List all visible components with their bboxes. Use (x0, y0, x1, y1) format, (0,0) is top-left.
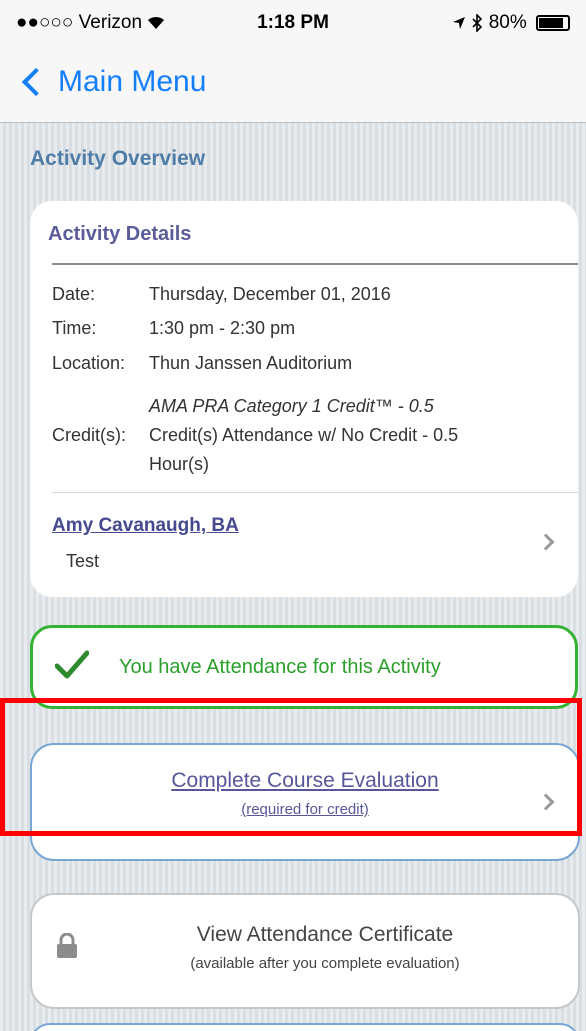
location-label: Location: (52, 353, 126, 373)
next-card-partial[interactable] (30, 1023, 580, 1031)
navigation-bar: Main Menu (0, 46, 586, 123)
credits-label: Credit(s): (52, 425, 127, 445)
status-bar: ●●○○○ Verizon 1:18 PM 80% (0, 0, 586, 46)
location-value: Thun Janssen Auditorium (149, 353, 353, 373)
battery-percent: 80% (488, 12, 527, 33)
activity-details-card: Activity Details Date: Thursday, Decembe… (30, 201, 578, 597)
back-button-label: Main Menu (58, 65, 207, 98)
credit-line-3: Hour(s) (149, 454, 210, 474)
back-chevron-icon (21, 67, 51, 97)
attendance-certificate-button[interactable]: View Attendance Certificate (available a… (30, 893, 580, 1009)
credit-line-2: Credit(s) Attendance w/ No Credit - 0.5 (149, 425, 459, 445)
presenter-divider (52, 492, 578, 493)
card-title: Activity Details (48, 223, 192, 245)
location-arrow-icon (453, 16, 466, 29)
time-label: Time: (52, 318, 97, 338)
page-title: Activity Overview (30, 147, 206, 170)
back-button[interactable]: Main Menu (21, 60, 207, 104)
date-label: Date: (52, 284, 96, 304)
presenter-role: Test (66, 551, 100, 571)
credit-line-1: AMA PRA Category 1 Credit™ - 0.5 (149, 396, 434, 416)
attendance-status-card: You have Attendance for this Activity (30, 625, 578, 709)
bluetooth-icon (472, 13, 483, 33)
certificate-subtitle: (available after you complete evaluation… (190, 955, 460, 972)
certificate-title: View Attendance Certificate (196, 923, 454, 946)
date-value: Thursday, December 01, 2016 (149, 284, 391, 304)
battery-icon (536, 14, 570, 31)
evaluation-subtitle: (required for credit) (241, 801, 369, 818)
credits-value: AMA PRA Category 1 Credit™ - 0.5 Credit(… (149, 392, 549, 479)
presenter-name-link[interactable]: Amy Cavanaugh, BA (52, 515, 239, 537)
complete-evaluation-button[interactable]: Complete Course Evaluation (required for… (30, 743, 580, 861)
main-content[interactable]: Activity Overview Activity Details Date:… (0, 123, 586, 1031)
battery-fill (539, 17, 563, 28)
status-right: 80% (452, 12, 570, 34)
time-value: 1:30 pm - 2:30 pm (149, 318, 296, 338)
checkmark-icon (55, 650, 89, 679)
card-title-divider (52, 263, 578, 265)
evaluation-title: Complete Course Evaluation (171, 769, 439, 792)
presenter-chevron-icon[interactable] (537, 533, 555, 551)
attendance-status-text: You have Attendance for this Activity (119, 656, 441, 678)
